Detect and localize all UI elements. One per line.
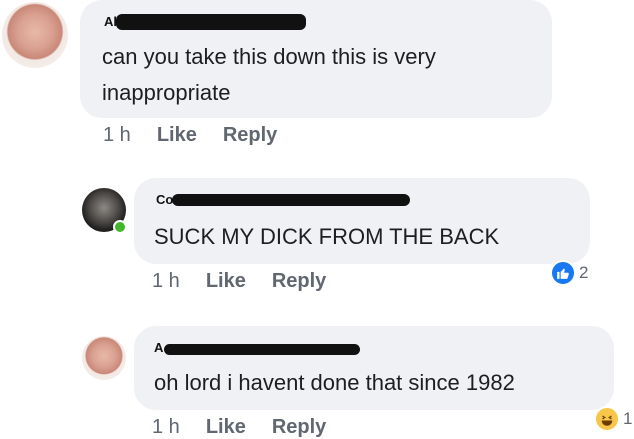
redaction-bar xyxy=(172,194,410,206)
like-link[interactable]: Like xyxy=(206,270,246,292)
comment-1: Al can you take this down this is very i… xyxy=(0,0,634,160)
comment-text: SUCK MY DICK FROM THE BACK xyxy=(154,224,500,249)
reaction-summary[interactable]: 2 xyxy=(550,260,588,286)
comment-actions: 1 h Like Reply xyxy=(152,416,326,439)
laughing-emoji-icon xyxy=(594,406,620,432)
reaction-count: 1 xyxy=(623,409,633,428)
online-status-indicator xyxy=(113,220,127,234)
timestamp[interactable]: 1 h xyxy=(152,270,180,292)
reply-link[interactable]: Reply xyxy=(272,416,326,438)
reaction-summary[interactable]: 1 xyxy=(594,406,632,432)
comment-bubble: Al can you take this down this is very i… xyxy=(80,0,552,118)
comment-2: Co SUCK MY DICK FROM THE BACK 1 h Like Rep… xyxy=(0,160,634,310)
comment-bubble: A oh lord i havent done that since 1982 xyxy=(134,326,614,410)
like-link[interactable]: Like xyxy=(206,416,246,438)
reply-link[interactable]: Reply xyxy=(272,270,326,292)
comment-3: A oh lord i havent done that since 1982 … xyxy=(0,310,634,438)
author-name[interactable]: Co xyxy=(156,192,173,207)
redaction-bar xyxy=(116,14,306,30)
comment-actions: 1 h Like Reply xyxy=(152,270,326,293)
comment-text: inappropriate xyxy=(102,80,231,105)
author-name[interactable]: A xyxy=(154,340,163,355)
comment-text: oh lord i havent done that since 1982 xyxy=(154,370,515,395)
comment-bubble: Co SUCK MY DICK FROM THE BACK xyxy=(134,178,590,264)
timestamp[interactable]: 1 h xyxy=(152,416,180,438)
redaction-bar xyxy=(164,344,360,355)
timestamp[interactable]: 1 h xyxy=(103,124,131,146)
thumbs-up-icon xyxy=(550,260,576,286)
comment-actions: 1 h Like Reply xyxy=(103,124,277,147)
reply-link[interactable]: Reply xyxy=(223,124,277,146)
avatar[interactable] xyxy=(82,336,126,380)
reaction-count: 2 xyxy=(579,263,589,282)
like-link[interactable]: Like xyxy=(157,124,197,146)
avatar[interactable] xyxy=(2,2,68,68)
comment-text: can you take this down this is very xyxy=(102,44,436,69)
